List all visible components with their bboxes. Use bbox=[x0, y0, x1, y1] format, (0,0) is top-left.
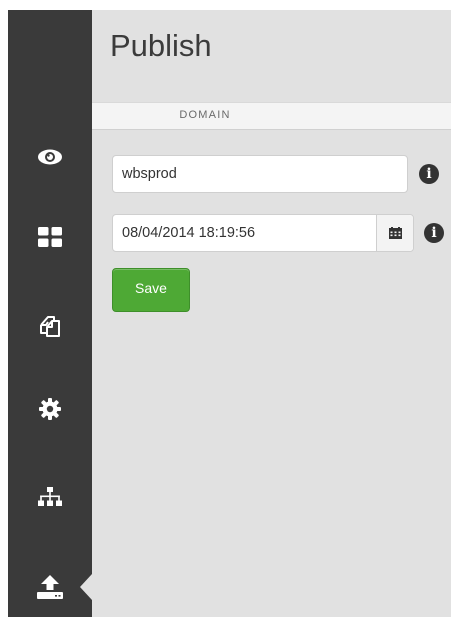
domain-info-icon[interactable]: i bbox=[419, 164, 439, 184]
main-content: Publish DOMAIN i bbox=[92, 10, 451, 617]
datetime-field[interactable] bbox=[112, 214, 414, 252]
sitemap-icon bbox=[38, 487, 62, 506]
datetime-info-icon[interactable]: i bbox=[424, 223, 444, 243]
upload-icon bbox=[37, 575, 63, 599]
section-header-label: DOMAIN bbox=[179, 109, 231, 121]
section-header: DOMAIN bbox=[92, 102, 451, 130]
datetime-input[interactable] bbox=[113, 215, 413, 251]
sidebar-item-publish[interactable] bbox=[8, 559, 92, 615]
save-button[interactable]: Save bbox=[112, 268, 190, 312]
calendar-icon bbox=[388, 227, 402, 239]
eye-icon bbox=[38, 149, 62, 165]
copy-icon bbox=[40, 316, 60, 337]
sidebar-item-content[interactable] bbox=[8, 298, 92, 354]
app-window: Publish DOMAIN i bbox=[8, 10, 451, 617]
sidebar-item-preview[interactable] bbox=[8, 129, 92, 185]
gear-icon bbox=[39, 398, 61, 420]
sidebar-item-settings[interactable] bbox=[8, 381, 92, 437]
active-indicator bbox=[80, 574, 92, 600]
domain-field[interactable] bbox=[112, 155, 408, 193]
page-title: Publish bbox=[110, 28, 212, 63]
domain-input[interactable] bbox=[113, 156, 407, 192]
sidebar bbox=[8, 10, 92, 617]
grid-icon bbox=[38, 227, 62, 247]
calendar-button[interactable] bbox=[376, 215, 413, 251]
sidebar-item-layout[interactable] bbox=[8, 209, 92, 265]
sidebar-item-structure[interactable] bbox=[8, 469, 92, 525]
